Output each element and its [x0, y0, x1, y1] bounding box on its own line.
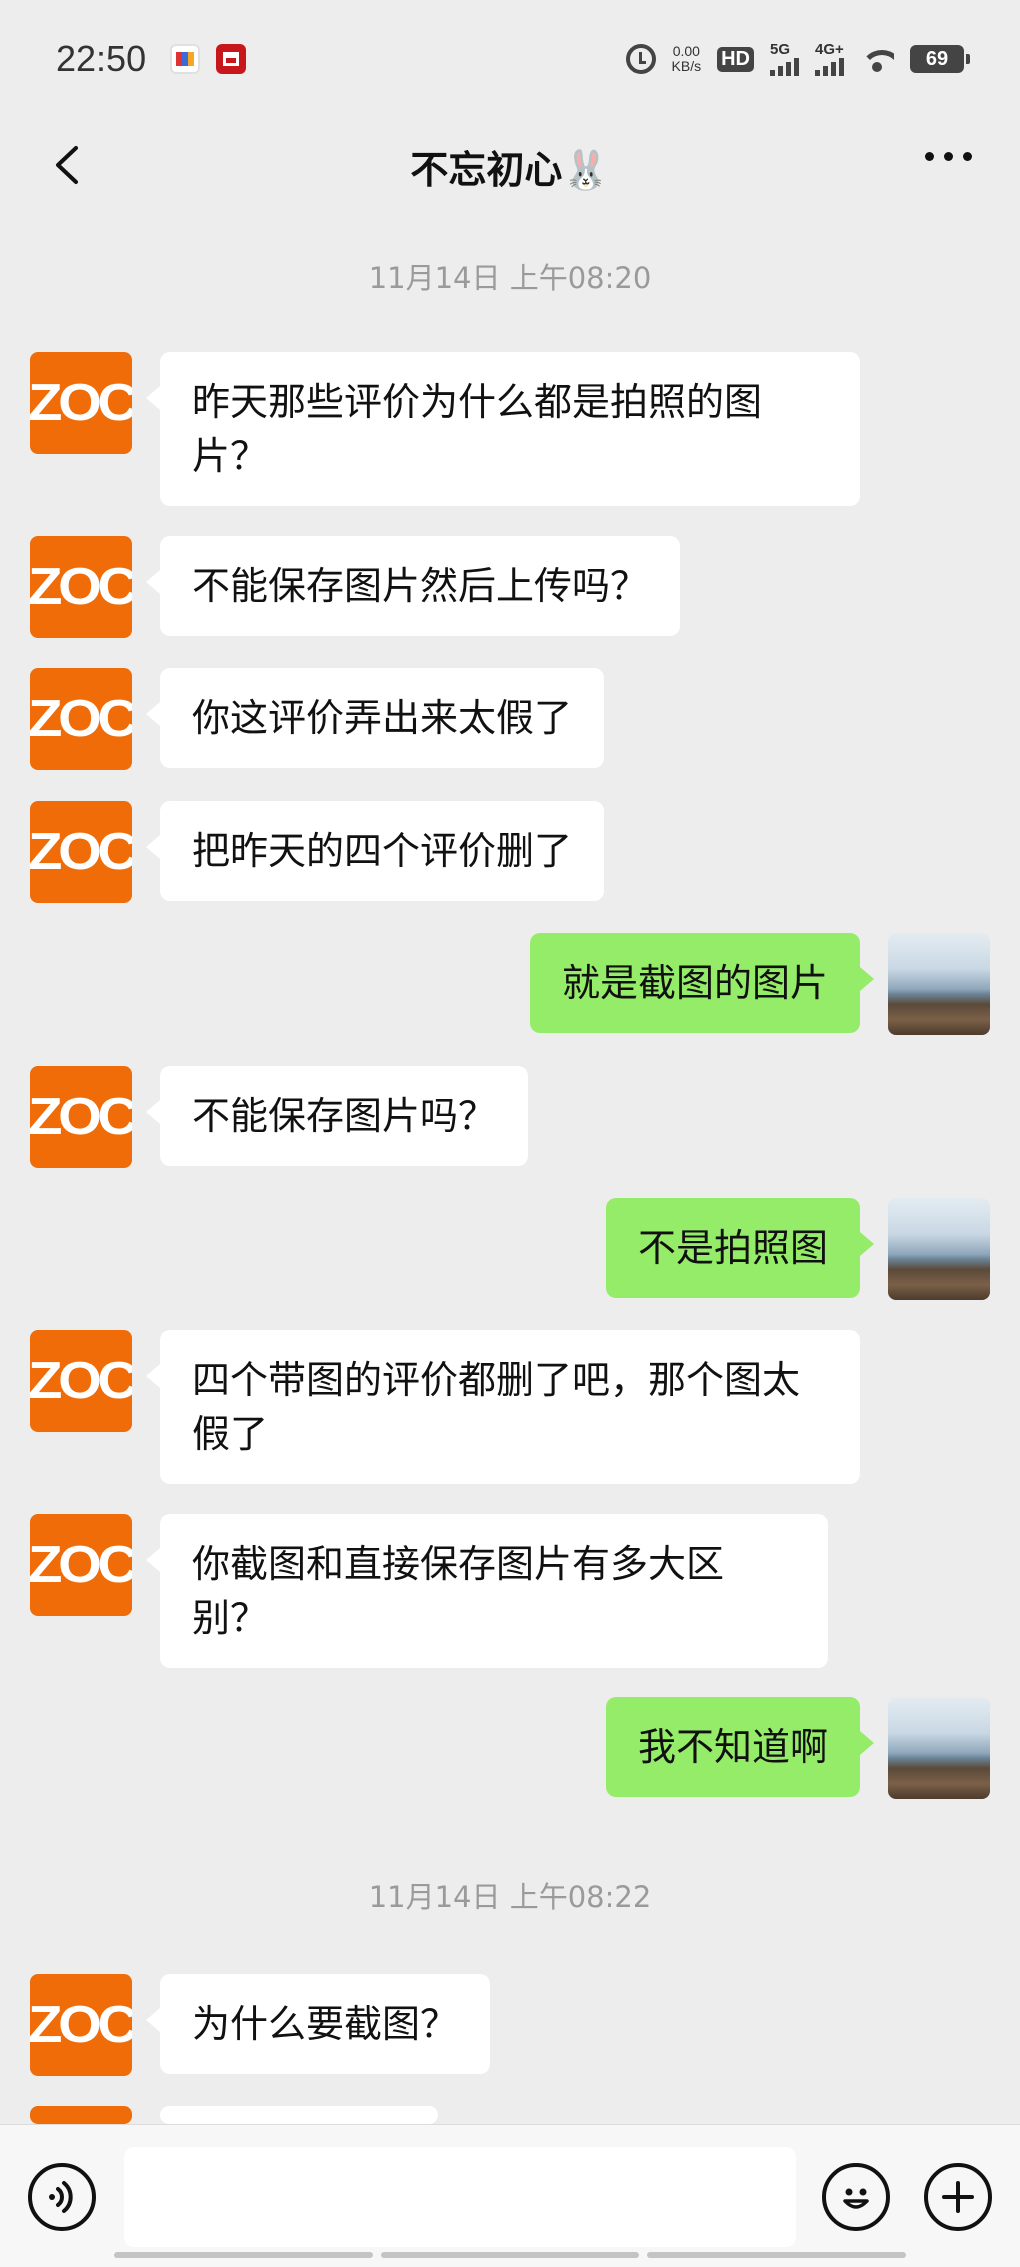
- voice-button[interactable]: [28, 2163, 96, 2231]
- nav-segment[interactable]: [380, 2252, 640, 2258]
- avatar-logo-text: ZOC: [30, 558, 132, 616]
- message-bubble[interactable]: 就是截图的图片: [529, 933, 875, 1033]
- plus-button[interactable]: [924, 2163, 992, 2231]
- signal-bars-icon: [770, 58, 799, 76]
- chat-timestamp: 11月14日 上午08:22: [368, 1880, 652, 1914]
- contact-avatar[interactable]: ZOC: [30, 1514, 132, 1616]
- plus-icon: [942, 2181, 974, 2213]
- user-avatar[interactable]: [888, 1198, 990, 1300]
- message-bubble[interactable]: 我不知道啊: [605, 1697, 875, 1797]
- hd-icon: HD: [717, 46, 754, 72]
- input-bar: [0, 2124, 1020, 2267]
- contact-avatar[interactable]: ZOC: [30, 1974, 132, 2076]
- avatar-logo-text: ZOC: [30, 374, 132, 432]
- voice-icon: [49, 2181, 73, 2213]
- chat-title: 不忘初心🐰: [410, 147, 610, 192]
- contact-avatar[interactable]: ZOC: [30, 668, 132, 770]
- contact-avatar[interactable]: ZOC: [30, 1066, 132, 1168]
- user-avatar[interactable]: [888, 1697, 990, 1799]
- message-bubble[interactable]: 不能保存图片然后上传吗？: [145, 536, 681, 636]
- alarm-icon: [625, 44, 656, 74]
- status-bar: 22:50 0.00 KB/s HD 5G 4G+ 69: [0, 0, 1020, 118]
- message-bubble[interactable]: 四个带图的评价都删了吧，那个图太假了: [146, 1330, 860, 1484]
- signal-4g-label: 4G+: [815, 41, 844, 58]
- emoji-icon: [843, 2188, 869, 2209]
- contact-avatar[interactable]: [30, 2106, 132, 2124]
- message-bubble[interactable]: 为什么要截图？: [145, 1974, 491, 2074]
- network-speed: 0.00 KB/s: [672, 44, 702, 74]
- message-bubble[interactable]: 昨天那些评价为什么都是拍照的图片？: [146, 352, 860, 506]
- message-bubble[interactable]: 不是拍照图: [605, 1198, 875, 1298]
- signal-5g-label: 5G: [770, 41, 791, 58]
- status-indicators: 0.00 KB/s HD 5G 4G+ 69: [625, 42, 970, 76]
- chat-timestamp: 11月14日 上午08:20: [368, 261, 652, 295]
- message-bubble[interactable]: 不能保存图片吗？: [145, 1066, 529, 1166]
- navigation-bar: [0, 2252, 1020, 2267]
- home-notification-icon: [216, 44, 247, 74]
- avatar-logo-text: ZOC: [30, 1352, 132, 1410]
- wifi-icon: [860, 46, 894, 72]
- avatar-logo-text: ZOC: [30, 1996, 132, 2054]
- status-time: 22:50: [56, 38, 147, 79]
- message-bubble-partial[interactable]: [146, 2106, 438, 2164]
- network-speed-unit: KB/s: [671, 58, 702, 74]
- battery-icon: 69: [910, 45, 970, 73]
- more-dots-icon: [925, 152, 934, 161]
- chat-header: 不忘初心🐰: [0, 118, 1020, 214]
- message-input[interactable]: [124, 2147, 796, 2247]
- message-bubble[interactable]: 你截图和直接保存图片有多大区别？: [146, 1514, 828, 1668]
- contact-avatar[interactable]: ZOC: [30, 352, 132, 454]
- contact-avatar[interactable]: ZOC: [30, 536, 132, 638]
- signal-bars-icon: [815, 58, 844, 76]
- more-dot: [963, 152, 972, 161]
- message-bubble[interactable]: 把昨天的四个评价删了: [145, 801, 605, 901]
- contact-avatar[interactable]: ZOC: [30, 1330, 132, 1432]
- back-button[interactable]: [44, 140, 94, 190]
- avatar-logo-text: ZOC: [30, 690, 132, 748]
- app-notification-icon: [170, 44, 201, 74]
- more-button[interactable]: [925, 152, 972, 161]
- contact-avatar[interactable]: ZOC: [30, 801, 132, 903]
- avatar-logo-text: ZOC: [30, 823, 132, 881]
- signal-4g: 4G+: [815, 42, 844, 76]
- avatar-logo-text: ZOC: [30, 1088, 132, 1146]
- signal-5g: 5G: [770, 42, 799, 76]
- network-speed-value: 0.00: [672, 43, 700, 59]
- avatar-logo-text: ZOC: [30, 1536, 132, 1594]
- user-avatar[interactable]: [888, 933, 990, 1035]
- nav-segment[interactable]: [647, 2252, 907, 2258]
- nav-segment[interactable]: [114, 2252, 373, 2258]
- chevron-left-icon: [56, 146, 78, 184]
- emoji-button[interactable]: [822, 2163, 890, 2231]
- message-bubble[interactable]: 你这评价弄出来太假了: [145, 668, 605, 768]
- more-dot: [944, 152, 953, 161]
